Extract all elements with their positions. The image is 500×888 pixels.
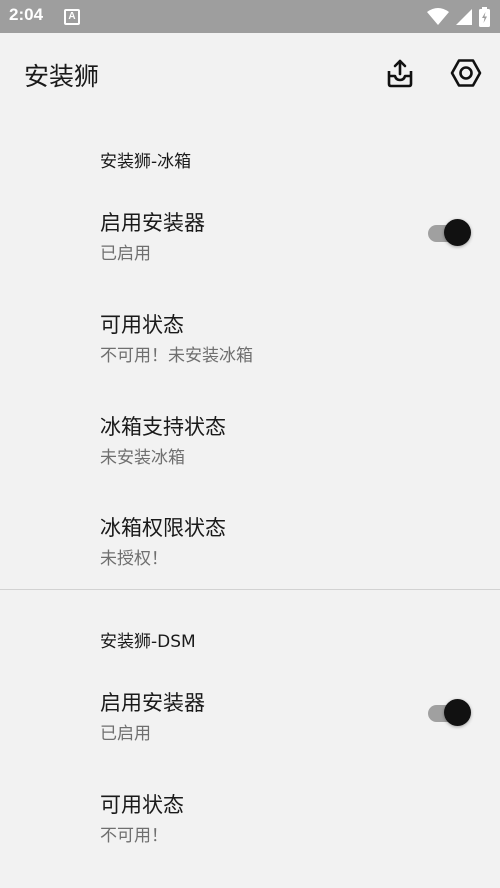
share-icon — [387, 59, 413, 88]
pref-summary: 未授权！ — [100, 549, 168, 569]
enable-installer-switch[interactable] — [426, 218, 474, 248]
wifi-icon — [427, 8, 449, 25]
pref-summary: 不可用！未安装冰箱 — [100, 346, 253, 366]
pref-title: 冰箱权限状态 — [100, 516, 226, 540]
switch-thumb — [444, 699, 471, 726]
app-bar: 安装狮 — [0, 33, 500, 113]
section-header-icebox: 安装狮-冰箱 — [100, 152, 192, 172]
pref-summary: 已启用 — [100, 724, 151, 744]
app-title: 安装狮 — [24, 62, 100, 91]
settings-button[interactable] — [446, 53, 486, 93]
pref-summary: 已启用 — [100, 244, 151, 264]
pref-title: 可用状态 — [100, 313, 184, 337]
share-button[interactable] — [380, 53, 420, 93]
signal-icon — [456, 9, 472, 25]
enable-installer-switch[interactable] — [426, 698, 474, 728]
status-icons — [427, 6, 490, 28]
notification-icon: A — [64, 9, 80, 25]
section-header-dsm: 安装狮-DSM — [100, 632, 196, 652]
section-divider — [0, 589, 500, 590]
pref-title: 冰箱支持状态 — [100, 415, 226, 439]
switch-thumb — [444, 219, 471, 246]
pref-enable-installer-icebox[interactable]: 启用安装器 已启用 — [0, 187, 500, 287]
pref-title: 启用安装器 — [100, 691, 205, 715]
pref-icebox-support[interactable]: 冰箱支持状态 未安装冰箱 — [0, 391, 500, 491]
pref-icebox-permission[interactable]: 冰箱权限状态 未授权！ — [0, 492, 500, 592]
pref-summary: 不可用！ — [100, 826, 168, 846]
status-time: 2:04 — [9, 5, 44, 24]
battery-icon — [479, 7, 490, 27]
settings-icon — [450, 59, 482, 87]
pref-enable-installer-dsm[interactable]: 启用安装器 已启用 — [0, 667, 500, 767]
pref-availability-icebox[interactable]: 可用状态 不可用！未安装冰箱 — [0, 289, 500, 389]
status-bar: 2:04 A — [0, 0, 500, 33]
pref-summary: 未安装冰箱 — [100, 448, 185, 468]
pref-title: 可用状态 — [100, 793, 184, 817]
pref-title: 启用安装器 — [100, 211, 205, 235]
pref-availability-dsm[interactable]: 可用状态 不可用！ — [0, 769, 500, 869]
